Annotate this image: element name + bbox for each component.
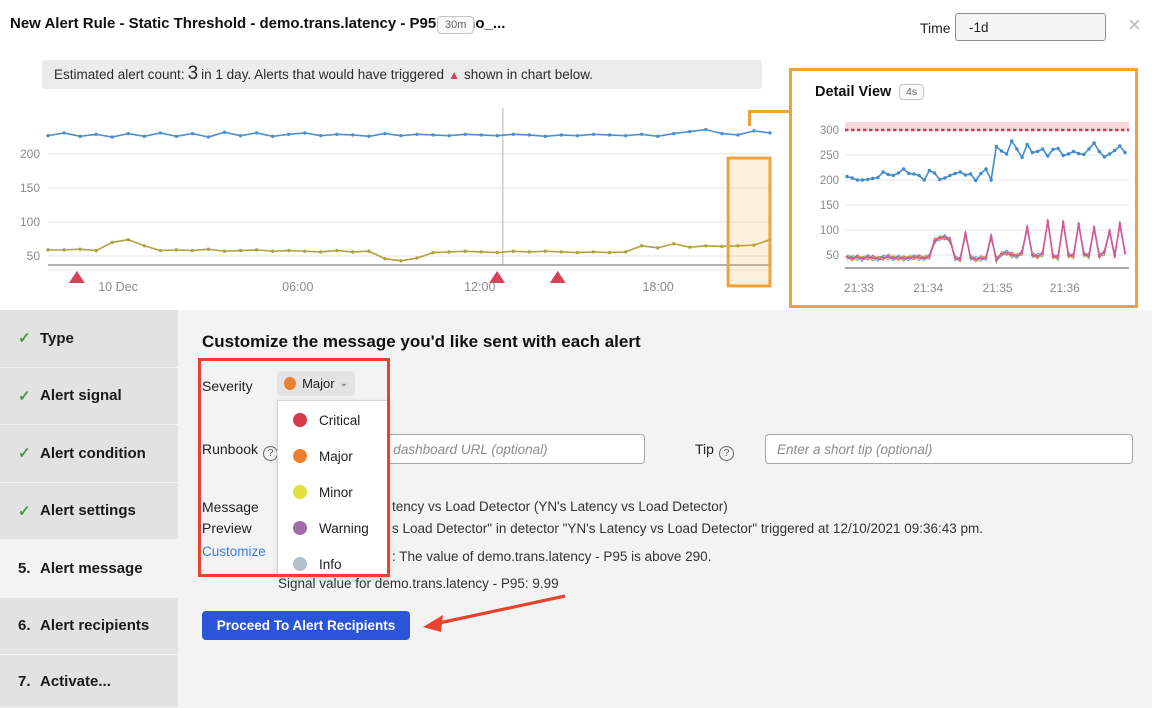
severity-color-dot (293, 557, 307, 571)
svg-text:21:34: 21:34 (913, 281, 943, 295)
alert-count-value: 3 (188, 63, 199, 85)
wizard-step-sidebar: ✓ Type ✓ Alert signal ✓ Alert condition … (0, 310, 178, 708)
sidebar-item-label: Alert message (40, 560, 143, 577)
severity-color-dot (293, 485, 307, 499)
tip-input[interactable] (765, 434, 1133, 464)
severity-option-major[interactable]: Major (278, 439, 389, 473)
svg-text:300: 300 (820, 125, 839, 137)
check-icon: ✓ (18, 387, 40, 405)
time-label: Time (920, 20, 951, 36)
severity-option-label: Major (319, 449, 353, 464)
severity-option-critical[interactable]: Critical (278, 403, 389, 437)
severity-color-dot (284, 377, 296, 390)
message-preview-label: Message (202, 499, 259, 515)
tip-label-text: Tip (695, 441, 714, 457)
sidebar-item-label: Alert signal (40, 387, 122, 404)
runbook-label-text: Runbook (202, 441, 258, 457)
step-number: 6. (18, 617, 40, 634)
check-icon: ✓ (18, 444, 40, 462)
message-preview-label: Preview (202, 520, 252, 536)
sidebar-item-alert-recipients[interactable]: 6. Alert recipients (0, 598, 178, 656)
detail-connector-horizontal (748, 110, 792, 113)
svg-text:21:35: 21:35 (982, 281, 1012, 295)
close-icon[interactable]: × (1128, 14, 1141, 36)
step-number: 5. (18, 560, 40, 577)
sidebar-item-alert-message[interactable]: 5. Alert message (0, 540, 178, 598)
svg-text:150: 150 (20, 181, 40, 195)
chevron-down-icon: ⌄ (340, 378, 348, 389)
help-icon[interactable]: ? (263, 446, 278, 461)
severity-color-dot (293, 449, 307, 463)
svg-text:200: 200 (20, 147, 40, 161)
resolution-badge: 30m (437, 16, 474, 34)
runbook-label: Runbook? (202, 441, 278, 461)
sidebar-item-alert-condition[interactable]: ✓ Alert condition (0, 425, 178, 483)
preview-line: : The value of demo.trans.latency - P95 … (392, 549, 711, 564)
svg-text:10 Dec: 10 Dec (98, 280, 138, 294)
section-heading: Customize the message you'd like sent wi… (202, 332, 641, 352)
sidebar-item-label: Alert condition (40, 445, 146, 462)
severity-color-dot (293, 413, 307, 427)
svg-text:100: 100 (820, 225, 839, 237)
annotation-red-arrow (415, 590, 575, 638)
severity-option-label: Warning (319, 521, 369, 536)
preview-line: tency vs Load Detector (YN's Latency vs … (392, 499, 728, 514)
sidebar-item-label: Alert settings (40, 502, 136, 519)
severity-dropdown-menu: Critical Major Minor Warning Info (277, 400, 390, 578)
overview-chart[interactable]: 50 100 150 200 10 Dec 06:00 12:00 18:00 (0, 100, 772, 302)
svg-text:18:00: 18:00 (642, 280, 673, 294)
svg-text:200: 200 (820, 175, 839, 187)
page-title: New Alert Rule - Static Threshold - demo… (10, 15, 505, 32)
banner-text-middle: in 1 day. Alerts that would have trigger… (201, 67, 444, 82)
svg-text:250: 250 (820, 150, 839, 162)
severity-option-info[interactable]: Info (278, 547, 389, 581)
severity-dropdown-button[interactable]: Major ⌄ (277, 371, 355, 396)
svg-text:06:00: 06:00 (282, 280, 313, 294)
detail-chart[interactable]: 50 100 150 200 250 300 21:33 21:34 21:35 21:36 (792, 71, 1135, 305)
customize-link[interactable]: Customize (202, 544, 266, 559)
sidebar-item-alert-settings[interactable]: ✓ Alert settings (0, 483, 178, 541)
svg-text:50: 50 (826, 250, 839, 262)
sidebar-item-alert-signal[interactable]: ✓ Alert signal (0, 368, 178, 426)
severity-option-warning[interactable]: Warning (278, 511, 389, 545)
proceed-to-alert-recipients-button[interactable]: Proceed To Alert Recipients (202, 611, 410, 640)
svg-text:12:00: 12:00 (464, 280, 495, 294)
sidebar-item-label: Type (40, 330, 74, 347)
sidebar-item-label: Alert recipients (40, 617, 149, 634)
step-number: 7. (18, 673, 40, 690)
alert-triangle-icon: ▲ (448, 68, 460, 82)
sidebar-item-label: Activate... (40, 673, 111, 690)
severity-selected-value: Major (302, 376, 335, 391)
severity-option-label: Critical (319, 413, 360, 428)
svg-text:100: 100 (20, 215, 40, 229)
estimated-alert-count-banner: Estimated alert count: 3 in 1 day. Alert… (42, 60, 762, 89)
severity-label: Severity (202, 378, 253, 394)
severity-option-minor[interactable]: Minor (278, 475, 389, 509)
check-icon: ✓ (18, 329, 40, 347)
banner-text-suffix: shown in chart below. (464, 67, 593, 82)
severity-option-label: Minor (319, 485, 353, 500)
svg-text:150: 150 (820, 200, 839, 212)
severity-option-label: Info (319, 557, 342, 572)
detail-view-panel: Detail View 4s 5010015020025030021:3321:… (789, 68, 1138, 308)
svg-text:21:36: 21:36 (1050, 281, 1080, 295)
sidebar-item-type[interactable]: ✓ Type (0, 310, 178, 368)
banner-text-prefix: Estimated alert count: (54, 67, 185, 82)
sidebar-item-activate[interactable]: 7. Activate... (0, 655, 178, 708)
svg-text:50: 50 (27, 249, 41, 263)
check-icon: ✓ (18, 502, 40, 520)
time-range-input[interactable] (955, 13, 1106, 41)
svg-text:21:33: 21:33 (844, 281, 874, 295)
severity-color-dot (293, 521, 307, 535)
help-icon[interactable]: ? (719, 446, 734, 461)
tip-label: Tip? (695, 441, 734, 461)
preview-line: s Load Detector" in detector "YN's Laten… (392, 521, 983, 536)
